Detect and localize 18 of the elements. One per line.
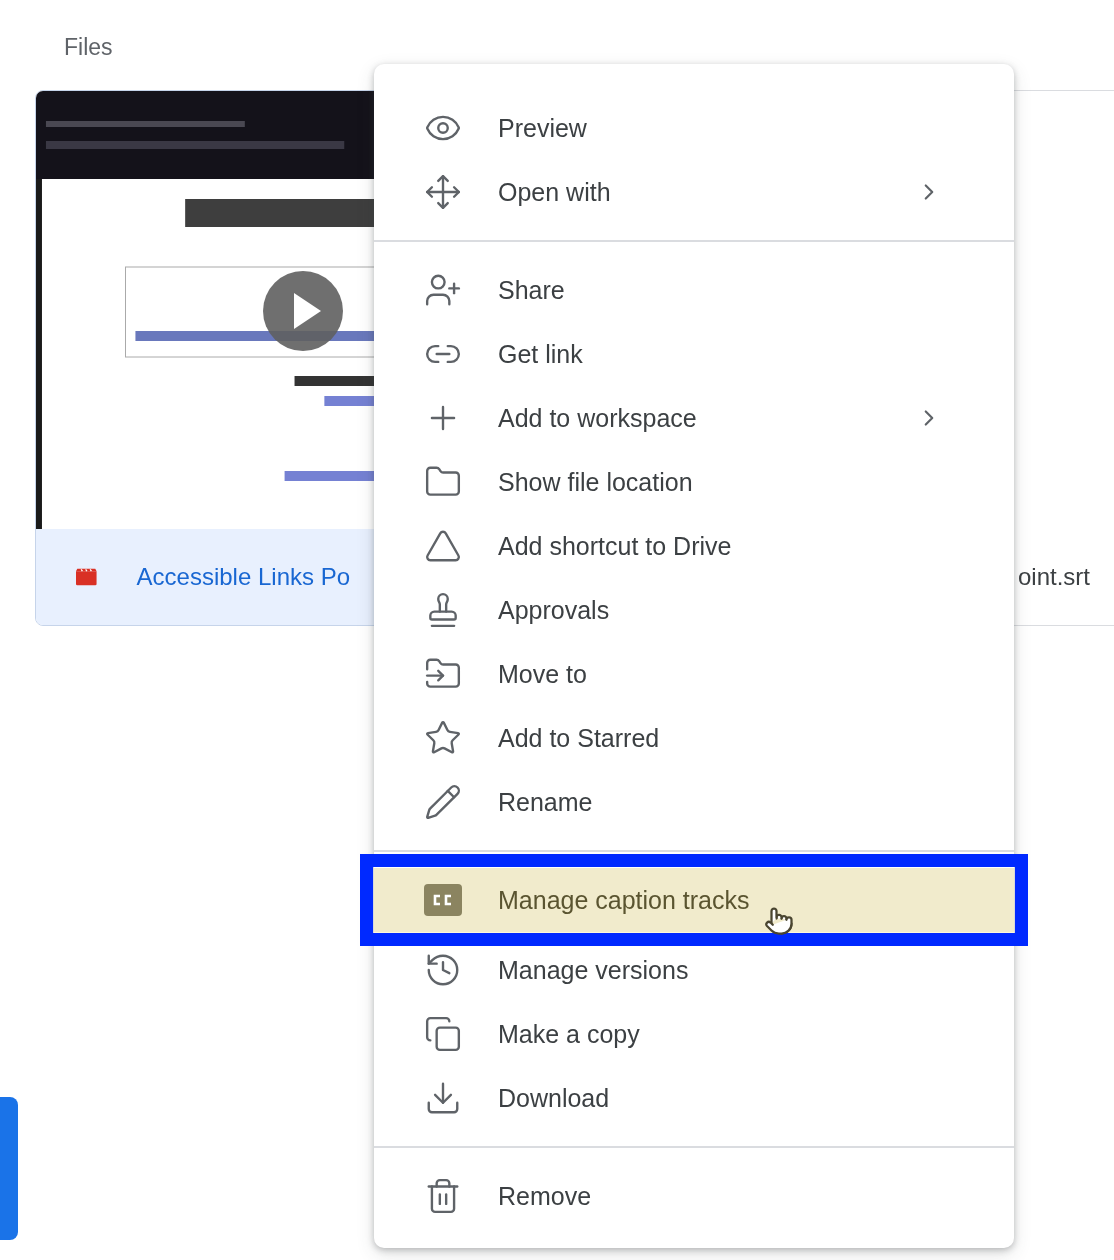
menu-item[interactable]: Rename	[374, 770, 1014, 834]
menu-item[interactable]: Move to	[374, 642, 1014, 706]
pointer-hand-icon	[764, 906, 794, 936]
menu-item[interactable]: Add to Starred	[374, 706, 1014, 770]
side-panel-tab[interactable]	[0, 1097, 18, 1240]
menu-item-icon	[424, 173, 462, 211]
menu-item[interactable]: Manage versions	[374, 938, 1014, 1002]
file-name: Accessible Links Po	[136, 563, 350, 591]
file-name: oint.srt	[1017, 563, 1090, 591]
closed-captions-icon	[424, 884, 462, 916]
menu-item-icon	[424, 783, 462, 821]
menu-item-icon	[424, 719, 462, 757]
menu-item-icon	[424, 1015, 462, 1053]
menu-item[interactable]: Remove	[374, 1164, 1014, 1228]
menu-item[interactable]: Download	[374, 1066, 1014, 1130]
play-icon	[263, 271, 343, 351]
page-title: Files	[63, 33, 113, 62]
menu-item[interactable]: Make a copy	[374, 1002, 1014, 1066]
